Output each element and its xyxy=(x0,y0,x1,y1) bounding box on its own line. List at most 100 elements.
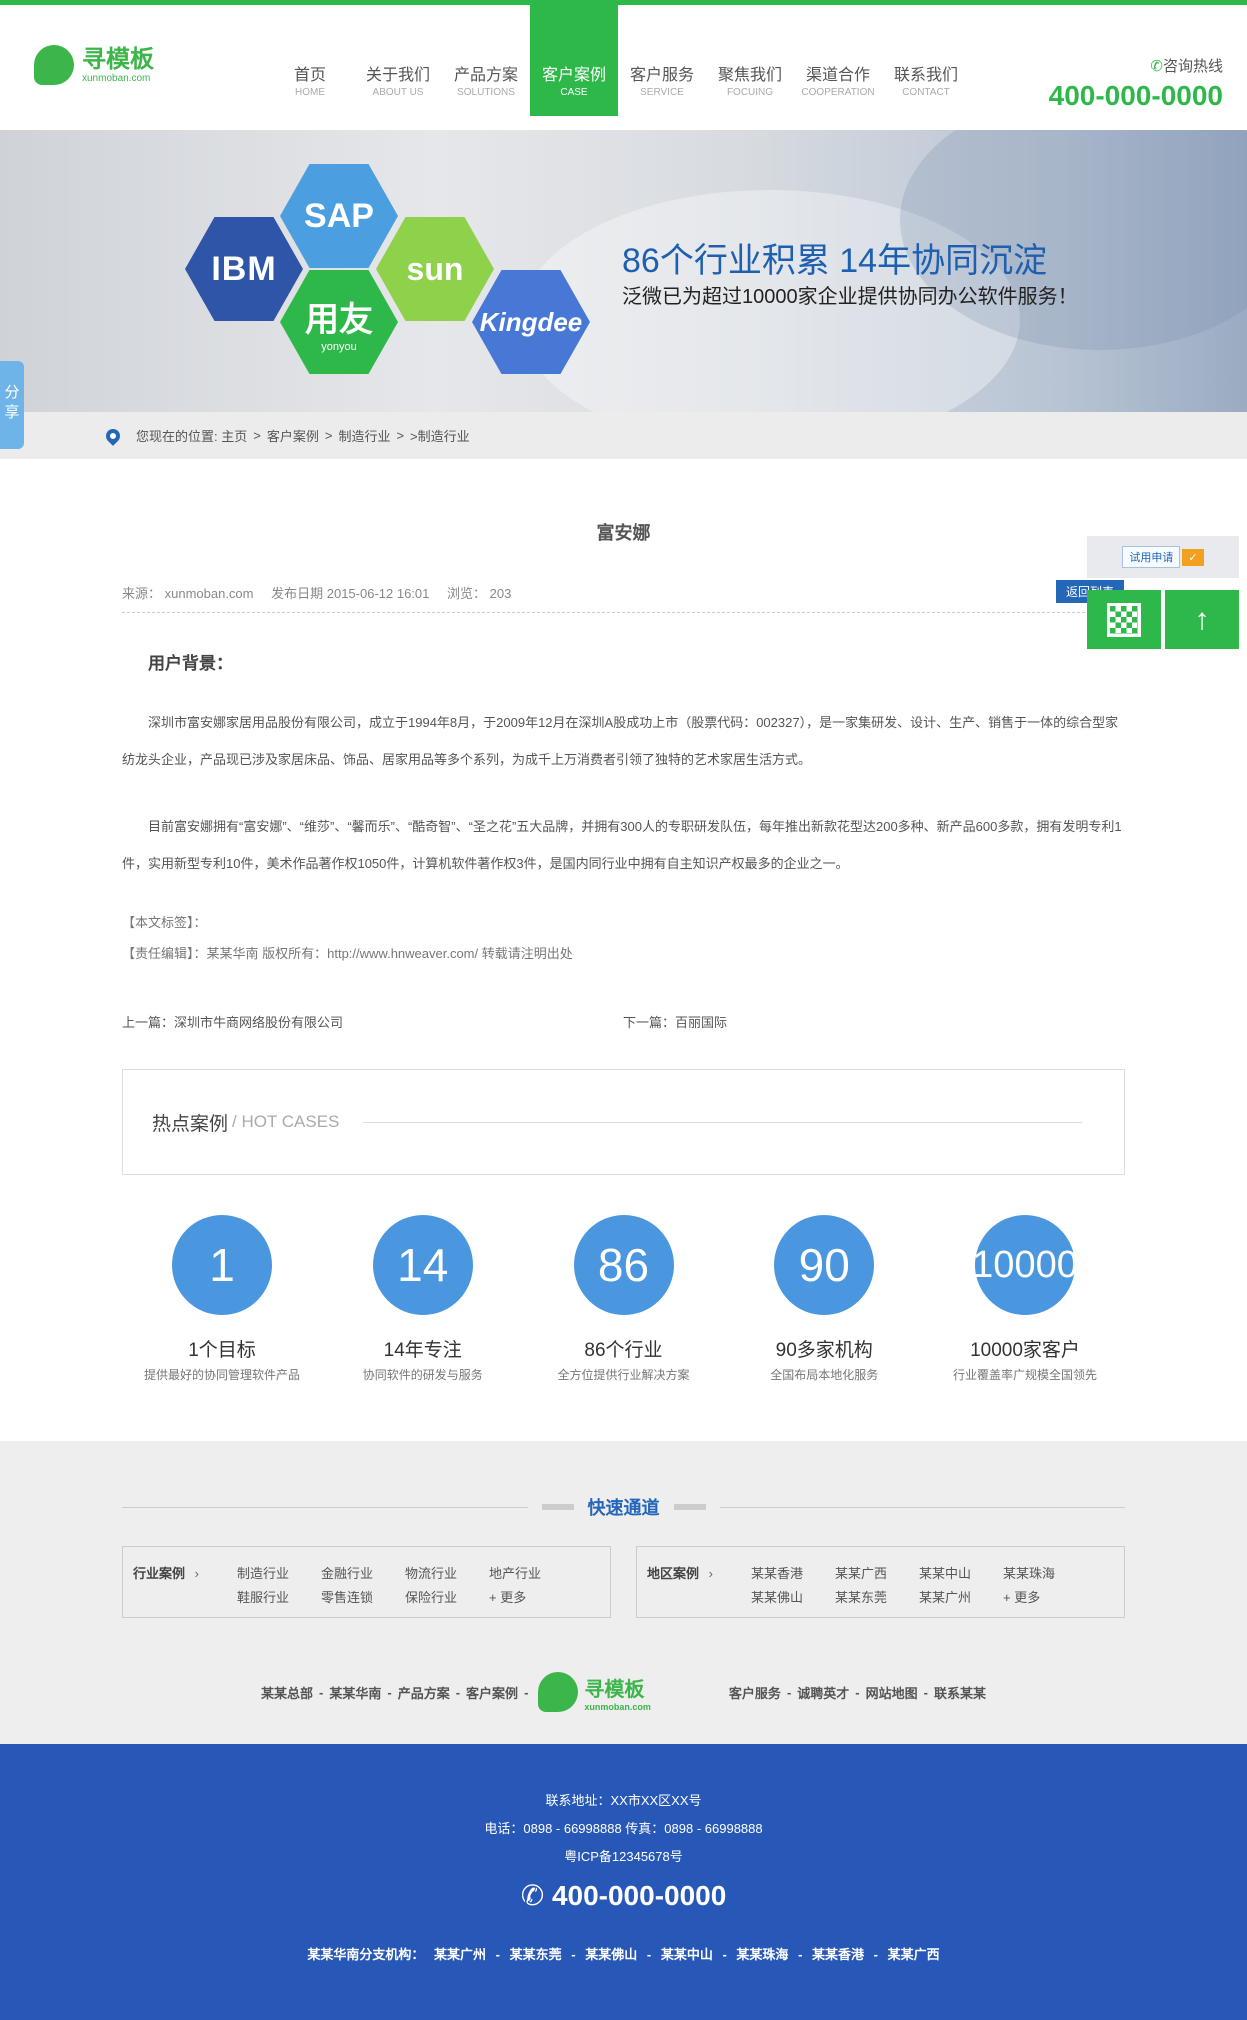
sun-logo: sun xyxy=(376,217,494,321)
main-nav: 首页 HOME 关于我们 ABOUT US 产品方案 SOLUTIONS 客户案例 CA… xyxy=(266,5,970,116)
region-link[interactable]: 某某中山 xyxy=(919,1563,1003,1587)
trial-apply-button[interactable]: 试用申请 xyxy=(1122,546,1181,568)
stat-desc: 全方位提供行业解决方案 xyxy=(557,1368,690,1382)
footer-link[interactable]: 网站地图 xyxy=(866,1683,918,1702)
branch-link[interactable]: 某某佛山 xyxy=(585,1947,637,1962)
region-link[interactable]: 某某珠海 xyxy=(1003,1563,1087,1587)
stat-number: 10000 xyxy=(972,1215,1078,1315)
share-tab[interactable]: 分享 xyxy=(0,361,24,449)
nav-case[interactable]: 客户案例 CASE xyxy=(530,5,618,116)
footer-link[interactable]: 某某华南 xyxy=(329,1683,381,1702)
stat-number: 86 xyxy=(573,1215,674,1315)
region-link[interactable]: 某某广州 xyxy=(919,1587,1003,1611)
industry-link[interactable]: 地产行业 xyxy=(489,1563,573,1587)
region-cases: 地区案例 某某香港 某某广西 某某中山 某某珠海 某某佛山 某某东莞 某某广州 … xyxy=(636,1546,1125,1618)
stat-number: 1 xyxy=(172,1215,272,1315)
region-link[interactable]: 某某广西 xyxy=(835,1563,919,1587)
site-footer: 联系地址：XX市XX区XX号 电话：0898 - 66998888 传真：089… xyxy=(0,1744,1247,2020)
qr-code-button[interactable] xyxy=(1087,590,1161,649)
quick-channel-title: 快速通道 xyxy=(587,1498,660,1518)
footer-link[interactable]: 联系某某 xyxy=(934,1683,986,1702)
stats-row: 1 1个目标 提供最好的协同管理软件产品 14 14年专注 协同软件的研发与服务… xyxy=(122,1215,1125,1383)
industry-link[interactable]: 制造行业 xyxy=(237,1563,321,1587)
region-link[interactable]: 某某东莞 xyxy=(835,1587,919,1611)
breadcrumb-case[interactable]: 客户案例 xyxy=(267,426,319,445)
hotline-label: 咨询热线 xyxy=(1162,58,1223,75)
stat-desc: 全国布局本地化服务 xyxy=(770,1368,879,1382)
prev-next-nav: 上一篇：深圳市牛商网络股份有限公司 下一篇：百丽国际 xyxy=(122,1012,1125,1031)
industry-link[interactable]: 物流行业 xyxy=(405,1563,489,1587)
nav-service[interactable]: 客户服务 SERVICE xyxy=(618,5,706,116)
quick-channel: 快速通道 行业案例 制造行业 金融行业 物流行业 地产行业 鞋服行业 零售连锁 … xyxy=(0,1441,1247,1744)
banner-headline: 86个行业积累 14年协同沉淀 xyxy=(622,242,1048,280)
article-paragraph: 深圳市富安娜家居用品股份有限公司，成立于1994年8月，于2009年12月在深圳… xyxy=(122,715,1119,767)
footer-hotline: ✆ 400-000-0000 xyxy=(520,1880,727,1911)
footer-address: 联系地址：XX市XX区XX号 xyxy=(545,1793,702,1808)
footer-link[interactable]: 产品方案 xyxy=(398,1683,450,1702)
branch-link[interactable]: 某某东莞 xyxy=(510,1947,562,1962)
nav-home[interactable]: 首页 HOME xyxy=(266,5,354,116)
next-article-link[interactable]: 下一篇：百丽国际 xyxy=(623,1012,1124,1031)
divider xyxy=(363,1121,1082,1123)
article-content: 富安娜 来源： xunmoban.com 发布日期 2015-06-12 16:… xyxy=(122,519,1125,1383)
region-label: 地区案例 xyxy=(647,1563,751,1601)
article-tags: 【本文标签】： xyxy=(122,915,207,930)
footer-branches: 某某华南分支机构： 某某广州 - 某某东莞 - 某某佛山 - 某某中山 - 某某… xyxy=(307,1947,940,1962)
industry-more-link[interactable]: + 更多 xyxy=(489,1587,573,1611)
stat-number: 14 xyxy=(372,1215,473,1315)
prev-article-link[interactable]: 上一篇：深圳市牛商网络股份有限公司 xyxy=(122,1012,623,1031)
branch-link[interactable]: 某某广州 xyxy=(434,1947,486,1962)
yonyou-logo: 用友 yonyou xyxy=(280,270,398,374)
region-link[interactable]: 某某佛山 xyxy=(751,1587,835,1611)
branch-link[interactable]: 某某珠海 xyxy=(736,1947,788,1962)
stat-item: 14 14年专注 协同软件的研发与服务 xyxy=(323,1215,523,1383)
industry-link[interactable]: 金融行业 xyxy=(321,1563,405,1587)
nav-focusing[interactable]: 聚焦我们 FOCUING xyxy=(706,5,794,116)
nav-contact[interactable]: 联系我们 CONTACT xyxy=(882,5,970,116)
breadcrumb-home[interactable]: 您现在的位置: 主页 xyxy=(136,426,247,445)
branch-link[interactable]: 某某中山 xyxy=(661,1947,713,1962)
industry-label: 行业案例 xyxy=(133,1563,237,1601)
footer-link[interactable]: 某某总部 xyxy=(261,1683,313,1702)
branch-link[interactable]: 某某广西 xyxy=(888,1947,940,1962)
footer-link[interactable]: 诚聘英才 xyxy=(797,1683,849,1702)
stat-desc: 协同软件的研发与服务 xyxy=(362,1368,483,1382)
banner-subline: 泛微已为超过10000家企业提供协同办公软件服务！ xyxy=(622,286,1078,308)
nav-cooperation[interactable]: 渠道合作 COOPERATION xyxy=(794,5,882,116)
qr-code-icon xyxy=(1107,602,1141,637)
region-link[interactable]: 某某香港 xyxy=(751,1563,835,1587)
article-source: 来源： xunmoban.com xyxy=(122,586,254,601)
stat-number: 90 xyxy=(774,1215,875,1315)
footer-link[interactable]: 客户案例 xyxy=(466,1683,518,1702)
nav-solutions[interactable]: 产品方案 SOLUTIONS xyxy=(442,5,530,116)
stat-item: 86 86个行业 全方位提供行业解决方案 xyxy=(524,1215,724,1383)
hot-cases-box: 热点案例 / HOT CASES xyxy=(122,1069,1125,1175)
article-editor: 【责任编辑】：某某华南 版权所有：http://www.hnweaver.com… xyxy=(122,946,573,961)
article-title: 富安娜 xyxy=(596,523,651,543)
footer-link[interactable]: 客户服务 xyxy=(729,1683,781,1702)
stat-title: 14年专注 xyxy=(383,1340,462,1361)
article-paragraph: 目前富安娜拥有“富安娜”、“维莎”、“馨而乐”、“酷奇智”、“圣之花”五大品牌，… xyxy=(122,819,1122,871)
article-views: 浏览： 203 xyxy=(447,586,512,601)
breadcrumb-industry[interactable]: 制造行业 xyxy=(338,426,390,445)
hero-banner: IBM SAP sun 用友 yonyou Kingdee 86个行业积累 14年… xyxy=(0,130,1247,412)
industry-link[interactable]: 零售连锁 xyxy=(321,1587,405,1611)
sap-logo: SAP xyxy=(280,164,398,268)
branch-link[interactable]: 某某香港 xyxy=(812,1947,864,1962)
trial-apply-widget[interactable]: 试用申请 ✓ xyxy=(1087,536,1239,578)
nav-about[interactable]: 关于我们 ABOUT US xyxy=(354,5,442,116)
stat-title: 1个目标 xyxy=(188,1340,256,1361)
article-meta: 来源： xunmoban.com 发布日期 2015-06-12 16:01 浏… xyxy=(122,583,1125,613)
industry-link[interactable]: 保险行业 xyxy=(405,1587,489,1611)
region-more-link[interactable]: + 更多 xyxy=(1003,1587,1087,1611)
back-to-top-button[interactable]: ↑ xyxy=(1165,590,1239,649)
ibm-logo: IBM xyxy=(185,217,303,321)
stat-item: 10000 10000家客户 行业覆盖率广规模全国领先 xyxy=(925,1215,1125,1383)
footer-phone: 电话：0898 - 66998888 传真：0898 - 66998888 xyxy=(484,1821,763,1836)
site-logo[interactable]: 寻模板 xunmoban.com xyxy=(34,45,154,85)
stat-item: 90 90多家机构 全国布局本地化服务 xyxy=(724,1215,924,1383)
breadcrumb: 您现在的位置: 主页 > 客户案例 > 制造行业 > >制造行业 xyxy=(0,412,1247,459)
industry-link[interactable]: 鞋服行业 xyxy=(237,1587,321,1611)
hotline: ✆咨询热线 400-000-0000 xyxy=(1049,55,1223,112)
footer-logo[interactable]: 寻模板 xunmoban.com xyxy=(538,1672,651,1712)
